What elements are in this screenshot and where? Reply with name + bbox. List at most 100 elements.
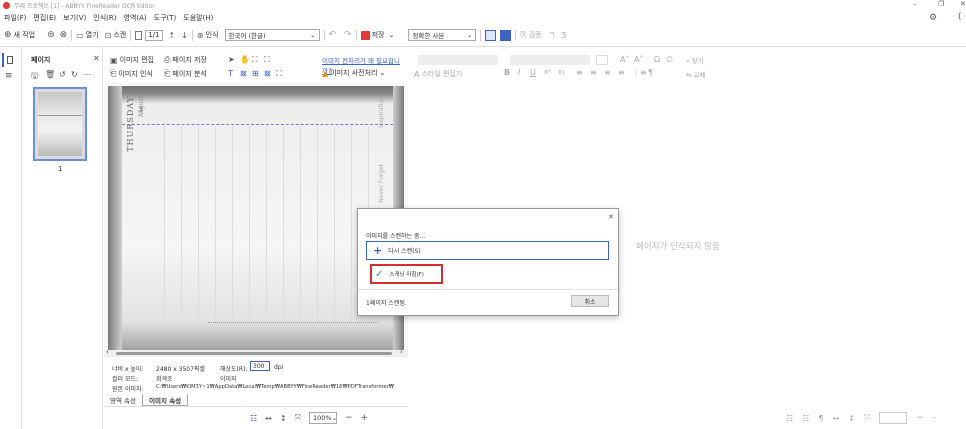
text-zoom-out-icon[interactable]: −	[916, 413, 924, 423]
undo-icon[interactable]: ↶	[329, 30, 337, 40]
text-view-icon[interactable]	[500, 29, 512, 41]
maximize-icon[interactable]: ❐	[938, 0, 944, 8]
scroll-right-icon[interactable]: ›	[400, 348, 403, 356]
text-zoom-select[interactable]	[879, 412, 908, 424]
save-format-select[interactable]: 정확한 사본 ⌄	[408, 29, 477, 41]
recognize-image-button[interactable]: ⎗ 이미지 인식	[110, 69, 153, 79]
cancel-button[interactable]: 취소	[571, 295, 609, 307]
list-icon[interactable]: ⋮≡	[632, 68, 647, 77]
layers-icon[interactable]: ⊜	[47, 30, 55, 40]
rotate-left-icon[interactable]: ↺	[59, 70, 66, 79]
text-case-icon[interactable]: Ʒ	[561, 31, 566, 40]
verify-button[interactable]: ⎘ 검증	[520, 30, 541, 40]
text-fit-alt-icon[interactable]: ☷	[802, 414, 809, 423]
edit-image-button[interactable]: ▣ 이미지 편집	[110, 55, 154, 65]
zoom-select[interactable]: 100% ⌄	[308, 412, 337, 424]
zoom-in-icon[interactable]: +	[361, 413, 369, 423]
text-fit-page-icon[interactable]: ☷	[786, 414, 793, 423]
language-select[interactable]: 한국어 (한글) ⌄	[224, 29, 320, 41]
open-button[interactable]: ▭ 열기	[76, 30, 98, 40]
new-task-button[interactable]: ⊕ 새 작업	[4, 30, 35, 40]
font-style-select[interactable]	[418, 55, 498, 65]
barcode-area-icon[interactable]: ⊠	[264, 69, 271, 78]
shrink-font-icon[interactable]: A˅	[634, 55, 643, 64]
paragraph-icon[interactable]: ¶	[648, 68, 653, 77]
text-area-icon[interactable]: T	[228, 69, 233, 78]
italic-icon[interactable]: I	[518, 68, 520, 77]
justify-icon[interactable]: ≡	[618, 68, 625, 77]
page-thumbnail[interactable]	[33, 87, 87, 161]
page-number-input[interactable]: 1/1	[145, 29, 163, 41]
horizontal-scrollbar[interactable]: ‹ ›	[104, 348, 408, 357]
text-zoom-in-icon[interactable]: -	[933, 413, 936, 423]
align-left-icon[interactable]: ≡	[576, 68, 583, 77]
area-select-icon[interactable]: ⛶	[252, 55, 258, 65]
full-size-icon[interactable]: ⤧	[295, 413, 301, 423]
fit-width-icon[interactable]: ↔	[265, 414, 272, 423]
area-select-alt-icon[interactable]: ⛶	[264, 55, 270, 65]
style-editor-button[interactable]: A 스타일 편집기	[414, 69, 462, 79]
settings-gear-icon[interactable]: ⚙	[929, 13, 937, 23]
rotate-right-icon[interactable]: ↻	[71, 70, 78, 79]
save-button[interactable]: 저장 ⌄	[360, 30, 394, 40]
redo-icon[interactable]: ↷	[344, 30, 352, 40]
rescan-button[interactable]: + 다시 스캔(S)	[366, 241, 609, 260]
arrow-down-icon[interactable]: ↓	[181, 31, 188, 40]
preprocess-button[interactable]: ▲ 이미지 사전처리 ⌄	[322, 68, 385, 78]
special-char-icon[interactable]: Ω	[654, 55, 660, 64]
account-icon[interactable]: (	[958, 12, 962, 22]
hand-icon[interactable]: ✋	[240, 55, 250, 64]
fit-page-icon[interactable]: ☷	[250, 414, 257, 423]
menu-help[interactable]: 도움말(H)	[183, 13, 213, 23]
more-icon[interactable]: ⋯	[83, 70, 91, 79]
resolution-input[interactable]: 300	[250, 361, 270, 371]
recognize-button[interactable]: ⊛ 인식	[197, 30, 219, 40]
text-full-size-icon[interactable]: ⤧	[864, 413, 870, 423]
zoom-out-icon[interactable]: −	[345, 413, 353, 423]
text-fit-height-icon[interactable]: ↕	[848, 414, 855, 423]
background-area-icon[interactable]: ⛶	[276, 69, 282, 79]
scan-button[interactable]: ⊡ 스캔	[105, 30, 127, 40]
image-view-icon[interactable]	[485, 29, 497, 41]
text-fit-width-icon[interactable]: ↔	[832, 414, 839, 423]
tab-area-properties[interactable]: 영역 속성	[104, 395, 142, 405]
link-icon[interactable]: ∅	[666, 55, 673, 64]
close-icon[interactable]: ✕	[960, 0, 966, 8]
pointer-icon[interactable]: ➤	[228, 55, 235, 64]
grow-font-icon[interactable]: A˄	[620, 55, 629, 64]
menu-edit[interactable]: 편집(E)	[33, 13, 56, 23]
arrow-up-icon[interactable]: ↑	[169, 31, 176, 40]
menu-areas[interactable]: 영역(A)	[124, 13, 147, 23]
subscript-icon[interactable]: x₂	[558, 68, 565, 76]
superscript-icon[interactable]: x²	[544, 68, 551, 76]
font-family-select[interactable]	[510, 55, 590, 65]
menu-tools[interactable]: 도구(T)	[154, 13, 177, 23]
tab-image-properties[interactable]: 이미지 속성	[142, 394, 189, 406]
text-format-icon[interactable]: ℸ	[550, 31, 555, 40]
bold-icon[interactable]: B	[504, 68, 510, 77]
analyze-page-button[interactable]: ⎗ 페이지 분석	[164, 69, 207, 79]
pilcrow-icon[interactable]: ¶	[818, 414, 823, 423]
finish-scan-button[interactable]: ✓ 스캐닝 마침(F)	[370, 264, 443, 284]
font-size-select[interactable]	[596, 55, 608, 65]
list-nav-icon[interactable]: ≡	[5, 71, 13, 81]
find-button[interactable]: ⌕ 찾기	[686, 55, 704, 66]
pages-nav-icon[interactable]	[2, 53, 16, 67]
table-area-icon[interactable]: ⊞	[252, 69, 259, 78]
underline-icon[interactable]: U	[530, 68, 536, 77]
menu-file[interactable]: 파일(F)	[4, 13, 26, 23]
picture-area-icon[interactable]: ⊠	[240, 69, 247, 78]
align-right-icon[interactable]: ≡	[604, 68, 611, 77]
replace-button[interactable]: ⇆ 교체	[686, 69, 705, 79]
fit-height-icon[interactable]: ↕	[280, 414, 287, 423]
menu-recognize[interactable]: 인식(R)	[93, 13, 116, 23]
menu-view[interactable]: 보기(V)	[63, 13, 86, 23]
save-page-button[interactable]: ⎙ 페이지 저장	[164, 55, 207, 65]
save-icon[interactable]: 🖫	[31, 70, 38, 84]
align-center-icon[interactable]: ≡	[590, 68, 597, 77]
delete-icon[interactable]: 🗑	[45, 70, 55, 79]
layers-alt-icon[interactable]: ⊗	[60, 30, 68, 40]
close-panel-icon[interactable]: ✕	[93, 54, 100, 63]
scroll-left-icon[interactable]: ‹	[106, 348, 109, 356]
minimize-icon[interactable]: –	[913, 0, 917, 8]
